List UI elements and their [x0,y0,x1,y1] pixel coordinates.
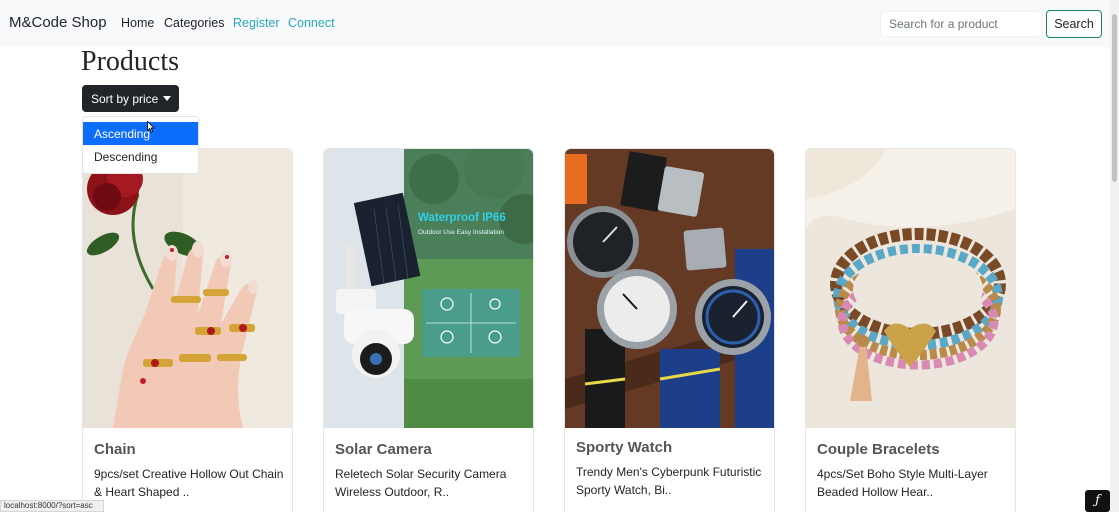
product-description: 9pcs/set Creative Hollow Out Chain & Hea… [94,467,284,499]
nav-link-register[interactable]: Register [233,16,280,30]
product-title[interactable]: Solar Camera [335,441,432,458]
page-scrollbar[interactable] [1110,0,1119,512]
chain-photo [83,149,292,428]
product-title[interactable]: Couple Bracelets [817,441,940,458]
sort-button-label: Sort by price [91,91,159,106]
product-card-sporty-watch[interactable]: Sporty Watch Trendy Men's Cyberpunk Futu… [564,148,775,512]
product-description: Trendy Men's Cyberpunk Futuristic Sporty… [576,465,762,497]
nav-link-home[interactable]: Home [121,16,154,30]
mouse-cursor-icon [147,121,155,133]
product-card-couple-bracelets[interactable]: Couple Bracelets 4pcs/Set Boho Style Mul… [805,148,1016,512]
product-card-chain[interactable]: Chain 9pcs/set Creative Hollow Out Chain… [82,148,293,512]
search-input[interactable] [880,11,1042,37]
solar-camera-photo: Waterproof IP66 Outdoor Use Easy Install… [324,149,533,428]
product-image-solar-camera[interactable]: Waterproof IP66 Outdoor Use Easy Install… [324,149,533,428]
sort-by-price-button[interactable]: Sort by price [82,85,179,112]
sporty-watch-photo [565,149,774,428]
product-description: 4pcs/Set Boho Style Multi-Layer Beaded H… [817,467,988,499]
bracelets-photo [806,149,1015,428]
camera-overlay-headline: Waterproof IP66 [418,212,506,224]
navbar: M&Code Shop Home Categories Register Con… [0,0,1110,47]
product-title[interactable]: Chain [94,441,136,458]
camera-overlay-subline: Outdoor Use Easy Installation [418,229,504,236]
caret-down-icon [163,96,171,101]
product-description: Reletech Solar Security Camera Wireless … [335,467,507,499]
sort-option-descending[interactable]: Descending [83,145,198,168]
product-card-solar-camera[interactable]: Waterproof IP66 Outdoor Use Easy Install… [323,148,534,512]
scrollbar-thumb[interactable] [1112,14,1117,182]
nav-link-connect[interactable]: Connect [288,16,335,30]
product-title[interactable]: Sporty Watch [576,439,672,456]
product-image-chain[interactable] [83,149,292,428]
search-button[interactable]: Search [1046,10,1102,38]
nav-link-categories[interactable]: Categories [164,16,224,30]
product-image-couple-bracelets[interactable] [806,149,1015,428]
brand-logo[interactable]: M&Code Shop [9,14,107,31]
browser-status-bar: localhost:8000/?sort=asc [0,500,104,512]
sort-dropdown-menu: Ascending Descending [82,116,199,174]
sort-option-ascending[interactable]: Ascending [83,122,198,145]
page-title: Products [81,46,179,77]
product-image-sporty-watch[interactable] [565,149,774,428]
debug-toolbar-icon[interactable]: ƒ [1085,490,1110,512]
